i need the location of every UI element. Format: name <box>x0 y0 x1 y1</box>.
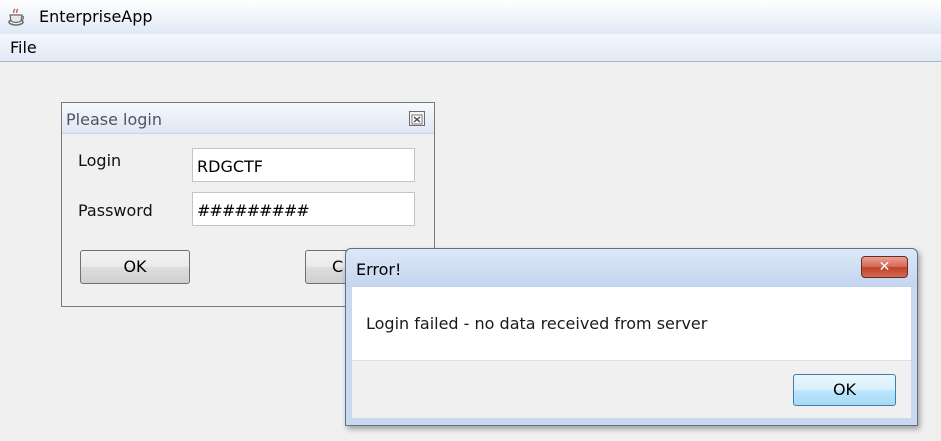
close-button[interactable]: ✕ <box>861 256 908 278</box>
close-icon[interactable] <box>409 111 425 126</box>
menu-bar: File <box>0 34 941 62</box>
window-title-bar: EnterpriseApp <box>0 0 941 34</box>
login-dialog-title-bar[interactable]: Please login <box>62 103 434 134</box>
java-coffee-icon <box>8 8 25 26</box>
password-field[interactable]: ######### <box>192 192 415 226</box>
error-dialog-title: Error! <box>356 260 402 279</box>
error-message: Login failed - no data received from ser… <box>366 314 708 333</box>
error-message-area: Login failed - no data received from ser… <box>352 287 911 360</box>
login-dialog-title: Please login <box>66 110 162 129</box>
error-ok-button[interactable]: OK <box>793 374 896 406</box>
app-title: EnterpriseApp <box>39 7 153 26</box>
menu-item-file[interactable]: File <box>10 38 37 57</box>
close-icon-glyph <box>411 114 423 125</box>
error-dialog: Error! ✕ Login failed - no data received… <box>345 248 918 426</box>
error-dialog-title-bar[interactable]: Error! ✕ <box>346 249 917 287</box>
error-dialog-footer: OK <box>352 360 911 418</box>
login-label: Login <box>78 151 122 170</box>
login-ok-button[interactable]: OK <box>80 250 190 284</box>
password-label: Password <box>78 201 153 220</box>
login-field[interactable]: RDGCTF <box>192 148 415 182</box>
